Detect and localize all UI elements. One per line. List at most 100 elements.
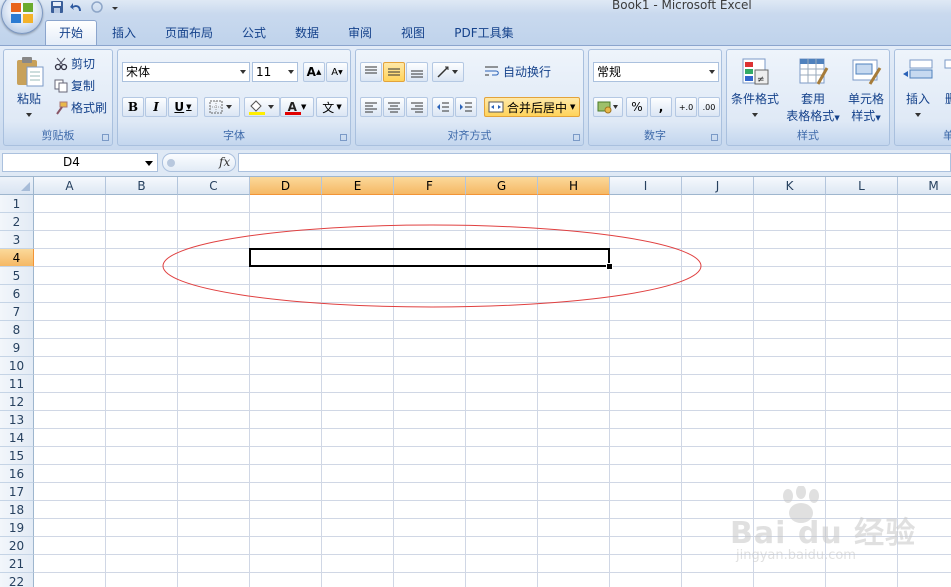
decrease-decimal-button[interactable]: .00 (698, 97, 720, 117)
row-header-5[interactable]: 5 (0, 267, 34, 285)
redo-icon[interactable] (90, 1, 104, 13)
comma-style-button[interactable]: , (650, 97, 672, 117)
tab-review[interactable]: 审阅 (338, 22, 382, 46)
fill-handle[interactable] (606, 263, 613, 270)
conditional-formatting-dropdown-icon (752, 113, 758, 117)
column-header-b[interactable]: B (106, 177, 178, 195)
row-header-9[interactable]: 9 (0, 339, 34, 357)
accounting-format-button[interactable] (593, 97, 623, 117)
tab-formulas[interactable]: 公式 (232, 22, 276, 46)
grow-font-button[interactable]: A ▲ (303, 62, 325, 82)
tab-data[interactable]: 数据 (285, 22, 329, 46)
row-header-14[interactable]: 14 (0, 429, 34, 447)
tab-view[interactable]: 视图 (391, 22, 435, 46)
cell-styles-button[interactable]: 单元格 样式▼ (841, 54, 891, 128)
formula-input[interactable] (238, 153, 951, 172)
selected-range[interactable] (249, 248, 610, 267)
italic-button[interactable]: I (145, 97, 167, 117)
font-color-button[interactable]: A ▼ (280, 97, 314, 117)
column-header-g[interactable]: G (466, 177, 538, 195)
format-as-table-label-2: 表格格式 (786, 109, 835, 123)
align-center-button[interactable] (383, 97, 405, 117)
percent-style-button[interactable]: % (626, 97, 648, 117)
row-header-20[interactable]: 20 (0, 537, 34, 555)
font-name-combo[interactable]: 宋体 (122, 62, 250, 82)
tab-page-layout[interactable]: 页面布局 (156, 22, 222, 46)
column-header-e[interactable]: E (322, 177, 394, 195)
decrease-indent-button[interactable] (432, 97, 454, 117)
row-header-19[interactable]: 19 (0, 519, 34, 537)
paste-button[interactable]: 粘贴 (6, 54, 52, 128)
underline-button[interactable]: U ▼ (168, 97, 198, 117)
row-header-1[interactable]: 1 (0, 195, 34, 213)
save-icon[interactable] (50, 1, 64, 13)
column-header-f[interactable]: F (394, 177, 466, 195)
row-header-11[interactable]: 11 (0, 375, 34, 393)
row-header-8[interactable]: 8 (0, 321, 34, 339)
column-header-k[interactable]: K (754, 177, 826, 195)
delete-cells-button[interactable]: 删 (941, 54, 951, 128)
format-painter-button[interactable]: 格式刷 (54, 98, 107, 118)
row-header-22[interactable]: 22 (0, 573, 34, 587)
column-header-i[interactable]: I (610, 177, 682, 195)
conditional-formatting-button[interactable]: ≠ 条件格式 (729, 54, 781, 128)
number-format-combo[interactable]: 常规 (593, 62, 719, 82)
row-header-15[interactable]: 15 (0, 447, 34, 465)
insert-cells-button[interactable]: 插入 (895, 54, 941, 128)
insert-function-area: fx (162, 153, 236, 172)
increase-indent-button[interactable] (455, 97, 477, 117)
format-as-table-button[interactable]: 套用 表格格式▼ (783, 54, 843, 128)
gridline-vertical (105, 195, 106, 587)
tab-insert[interactable]: 插入 (102, 22, 146, 46)
row-header-4[interactable]: 4 (0, 249, 34, 267)
row-header-18[interactable]: 18 (0, 501, 34, 519)
row-header-12[interactable]: 12 (0, 393, 34, 411)
gridline-horizontal (34, 212, 951, 213)
column-header-h[interactable]: H (538, 177, 610, 195)
copy-button[interactable]: 复制 (54, 76, 95, 96)
row-header-2[interactable]: 2 (0, 213, 34, 231)
customize-qat-icon[interactable] (110, 1, 124, 13)
select-all-corner[interactable] (0, 177, 34, 195)
align-left-button[interactable] (360, 97, 382, 117)
row-header-16[interactable]: 16 (0, 465, 34, 483)
column-header-d[interactable]: D (250, 177, 322, 195)
increase-decimal-button[interactable]: +.0 (675, 97, 697, 117)
row-header-21[interactable]: 21 (0, 555, 34, 573)
row-header-17[interactable]: 17 (0, 483, 34, 501)
align-bottom-button[interactable] (406, 62, 428, 82)
font-dialog-launcher[interactable] (340, 134, 347, 141)
tab-home[interactable]: 开始 (45, 20, 97, 46)
column-header-j[interactable]: J (682, 177, 754, 195)
row-header-10[interactable]: 10 (0, 357, 34, 375)
column-header-a[interactable]: A (34, 177, 106, 195)
name-box[interactable]: D4 (2, 153, 158, 172)
column-header-c[interactable]: C (178, 177, 250, 195)
wrap-text-button[interactable]: 自动换行 (484, 62, 551, 82)
shrink-font-icon: A (331, 66, 339, 78)
column-header-m[interactable]: M (898, 177, 951, 195)
row-header-6[interactable]: 6 (0, 285, 34, 303)
font-size-combo[interactable]: 11 (252, 62, 298, 82)
alignment-dialog-launcher[interactable] (573, 134, 580, 141)
borders-button[interactable] (204, 97, 240, 117)
insert-function-icon[interactable]: fx (219, 155, 230, 169)
bold-button[interactable]: B (122, 97, 144, 117)
clipboard-dialog-launcher[interactable] (102, 134, 109, 141)
cut-button[interactable]: 剪切 (54, 54, 95, 74)
fill-color-button[interactable] (244, 97, 280, 117)
align-middle-button[interactable] (383, 62, 405, 82)
align-right-button[interactable] (406, 97, 428, 117)
column-header-l[interactable]: L (826, 177, 898, 195)
tab-pdf-tools[interactable]: PDF工具集 (446, 22, 522, 46)
row-header-3[interactable]: 3 (0, 231, 34, 249)
shrink-font-button[interactable]: A ▼ (326, 62, 348, 82)
phonetic-guide-button[interactable]: 文 ▼ (316, 97, 348, 117)
number-dialog-launcher[interactable] (711, 134, 718, 141)
row-header-7[interactable]: 7 (0, 303, 34, 321)
undo-icon[interactable] (70, 1, 84, 13)
orientation-button[interactable] (432, 62, 464, 82)
align-top-button[interactable] (360, 62, 382, 82)
merge-center-button[interactable]: 合并后居中 ▼ (484, 97, 580, 117)
row-header-13[interactable]: 13 (0, 411, 34, 429)
